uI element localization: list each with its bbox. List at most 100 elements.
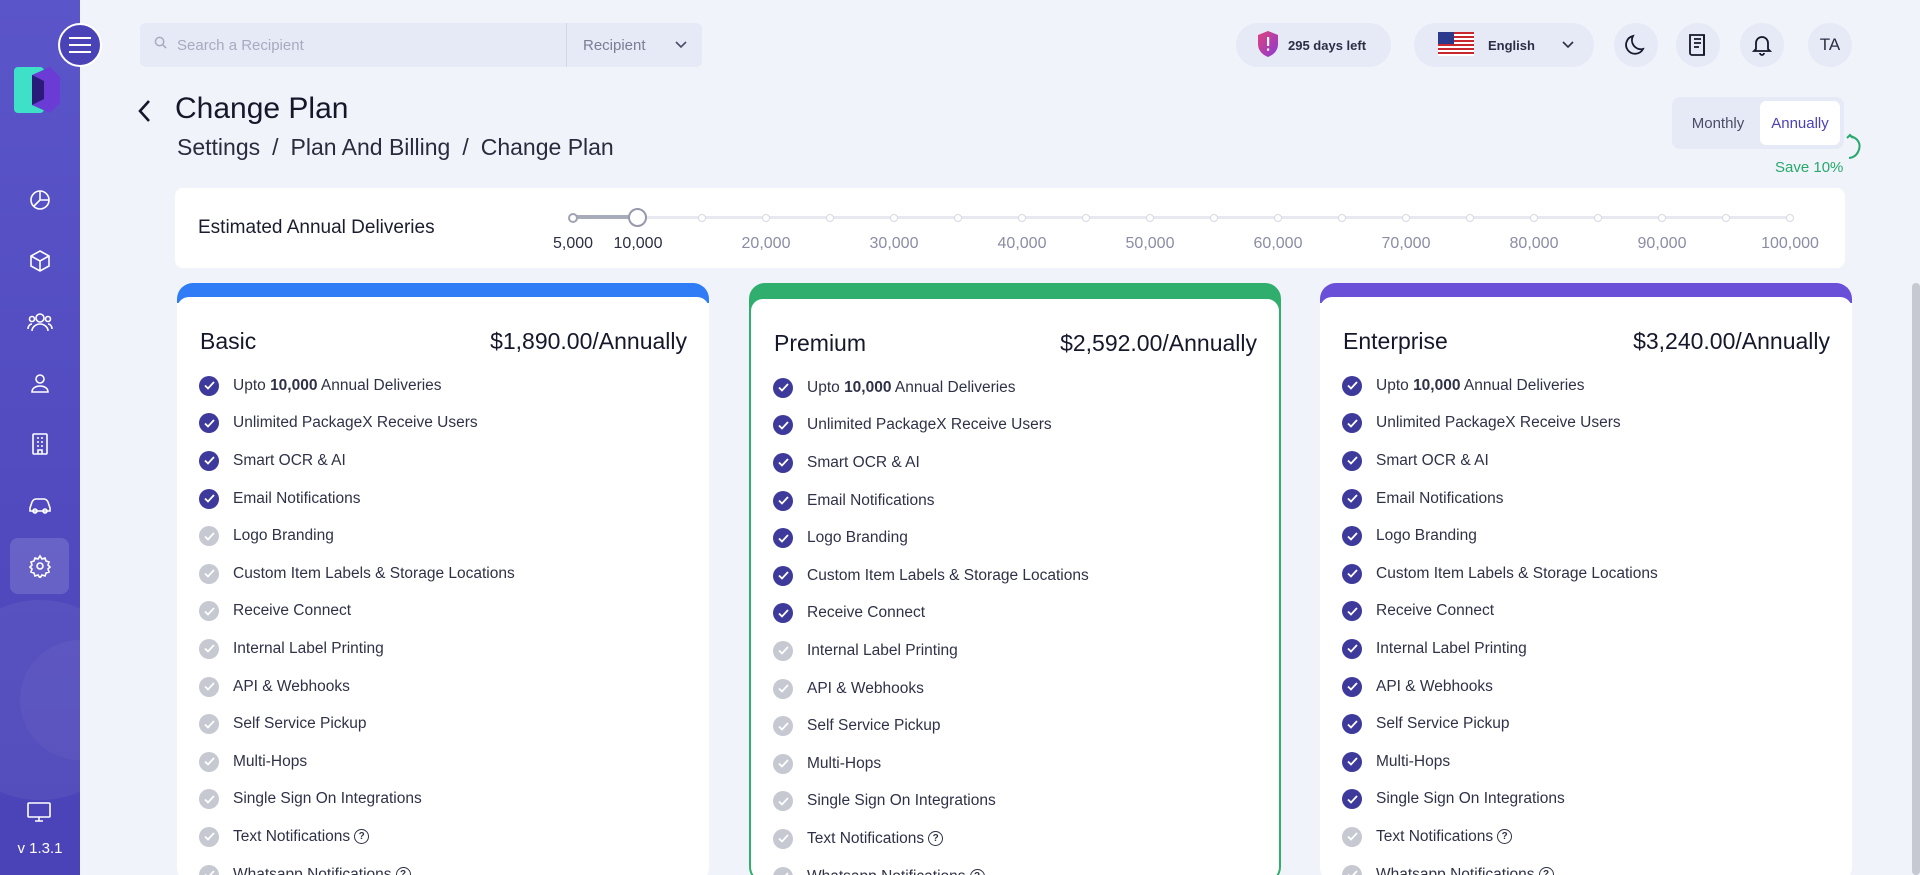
- slider-tick[interactable]: [1146, 214, 1154, 222]
- slider-label: 70,000: [1381, 235, 1431, 252]
- slider-track[interactable]: [573, 216, 1793, 219]
- slider-tick[interactable]: [954, 214, 962, 222]
- book-icon: [1689, 34, 1705, 56]
- notifications-button[interactable]: [1740, 23, 1784, 67]
- monitor-icon[interactable]: [26, 800, 52, 829]
- sidebar: v 1.3.1: [0, 0, 80, 875]
- sidebar-item-profile[interactable]: [10, 355, 69, 411]
- slider-tick[interactable]: [1274, 214, 1282, 222]
- plan-feature-item: API & Webhooks: [1342, 668, 1658, 706]
- slider-tick[interactable]: [1082, 214, 1090, 222]
- breadcrumb-item-plan-billing[interactable]: Plan And Billing: [291, 134, 451, 161]
- slider-tick[interactable]: [1786, 214, 1794, 222]
- slider-tick[interactable]: [1466, 214, 1474, 222]
- help-icon[interactable]: ?: [1497, 829, 1513, 845]
- search-icon: [154, 36, 167, 54]
- slider-tick[interactable]: [698, 214, 706, 222]
- check-disabled-icon: [199, 601, 219, 622]
- language-value: English: [1488, 37, 1535, 53]
- back-button[interactable]: [135, 97, 157, 130]
- help-icon[interactable]: ?: [395, 867, 411, 875]
- package-icon: [29, 250, 50, 272]
- feature-text: API & Webhooks: [233, 677, 350, 695]
- slider-label: 50,000: [1125, 235, 1175, 252]
- sidebar-item-vehicles[interactable]: [10, 477, 69, 533]
- slider-tick[interactable]: [1402, 214, 1410, 222]
- slider-tick[interactable]: [1530, 214, 1538, 222]
- plan-feature-item: Internal Label Printing: [199, 630, 515, 668]
- check-disabled-icon: [199, 864, 219, 875]
- feature-text: Self Service Pickup: [807, 717, 941, 735]
- feature-text: Single Sign On Integrations: [1376, 790, 1565, 808]
- feature-text: Unlimited PackageX Receive Users: [807, 416, 1052, 434]
- feature-text: Multi-Hops: [1376, 752, 1451, 770]
- slider-tick[interactable]: [1594, 214, 1602, 222]
- avatar[interactable]: TA: [1808, 23, 1852, 67]
- dark-mode-toggle[interactable]: [1614, 23, 1658, 67]
- help-icon[interactable]: ?: [354, 829, 370, 845]
- check-icon: [199, 375, 219, 396]
- feature-text-bold: 10,000: [270, 376, 318, 394]
- plan-name: Premium: [774, 330, 867, 356]
- search-type-value: Recipient: [583, 36, 646, 54]
- breadcrumb-separator: /: [462, 134, 469, 160]
- gear-icon: [28, 554, 51, 578]
- us-flag-icon: [1438, 31, 1474, 59]
- feature-text: Receive Connect: [807, 604, 926, 622]
- plan-feature-list: Upto 10,000 Annual Deliveries Unlimited P…: [1342, 367, 1658, 875]
- menu-toggle-button[interactable]: [58, 23, 102, 67]
- slider-tick[interactable]: [1210, 214, 1218, 222]
- slider-tick[interactable]: [826, 214, 834, 222]
- feature-text: Self Service Pickup: [1376, 715, 1510, 733]
- help-icon[interactable]: ?: [969, 869, 985, 875]
- plan-card-basic[interactable]: Basic $1,890.00/Annually Upto 10,000 Ann…: [177, 283, 709, 875]
- check-disabled-icon: [199, 676, 219, 697]
- app-logo[interactable]: [14, 67, 60, 113]
- sidebar-item-users[interactable]: [10, 294, 69, 350]
- check-disabled-icon: [199, 563, 219, 584]
- slider-tick[interactable]: [890, 214, 898, 222]
- check-icon: [1342, 751, 1362, 772]
- sidebar-item-buildings[interactable]: [10, 416, 69, 472]
- plan-feature-item: Logo Branding: [199, 517, 515, 555]
- check-icon: [1342, 638, 1362, 659]
- check-icon: [773, 490, 793, 511]
- sidebar-item-settings[interactable]: [10, 538, 69, 594]
- feature-text: Email Notifications: [233, 489, 361, 507]
- search-type-select[interactable]: Recipient: [566, 23, 702, 67]
- menu-icon: [69, 37, 91, 53]
- slider-handle[interactable]: [628, 208, 647, 227]
- page-scrollbar[interactable]: [1912, 283, 1920, 875]
- feature-text: Email Notifications: [807, 491, 935, 509]
- sidebar-item-packages[interactable]: [10, 233, 69, 289]
- plan-card-enterprise[interactable]: Enterprise $3,240.00/Annually Upto 10,00…: [1320, 283, 1852, 875]
- check-icon: [773, 603, 793, 624]
- plan-card-premium[interactable]: Premium $2,592.00/Annually Upto 10,000 A…: [749, 283, 1281, 875]
- trial-badge[interactable]: 295 days left: [1236, 23, 1391, 67]
- check-icon: [1342, 375, 1362, 396]
- slider-tick[interactable]: [1722, 214, 1730, 222]
- docs-button[interactable]: [1676, 23, 1720, 67]
- language-select[interactable]: English: [1414, 23, 1594, 67]
- slider-label: 20,000: [741, 235, 791, 252]
- slider-tick[interactable]: [1018, 214, 1026, 222]
- slider-label: 80,000: [1509, 235, 1559, 252]
- page-title: Change Plan: [175, 92, 349, 125]
- help-icon[interactable]: ?: [928, 831, 944, 847]
- annual-savings-note: Save 10%: [1775, 159, 1844, 176]
- plan-feature-item: Self Service Pickup: [199, 705, 515, 743]
- feature-text-post: Annual Deliveries: [317, 376, 442, 394]
- plan-feature-item: Whatsapp Notifications?: [1342, 856, 1658, 875]
- billing-monthly-option[interactable]: Monthly: [1676, 101, 1760, 145]
- slider-tick[interactable]: [1658, 214, 1666, 222]
- sidebar-item-dashboard[interactable]: [10, 172, 69, 228]
- feature-text: Single Sign On Integrations: [807, 792, 996, 810]
- app-version: v 1.3.1: [17, 840, 63, 857]
- breadcrumb-item-settings[interactable]: Settings: [177, 134, 260, 161]
- help-icon[interactable]: ?: [1538, 867, 1554, 875]
- check-icon: [1342, 413, 1362, 434]
- slider-tick[interactable]: [1338, 214, 1346, 222]
- slider-tick[interactable]: [762, 214, 770, 222]
- billing-annually-option[interactable]: Annually: [1760, 101, 1840, 145]
- search-input[interactable]: [177, 36, 557, 54]
